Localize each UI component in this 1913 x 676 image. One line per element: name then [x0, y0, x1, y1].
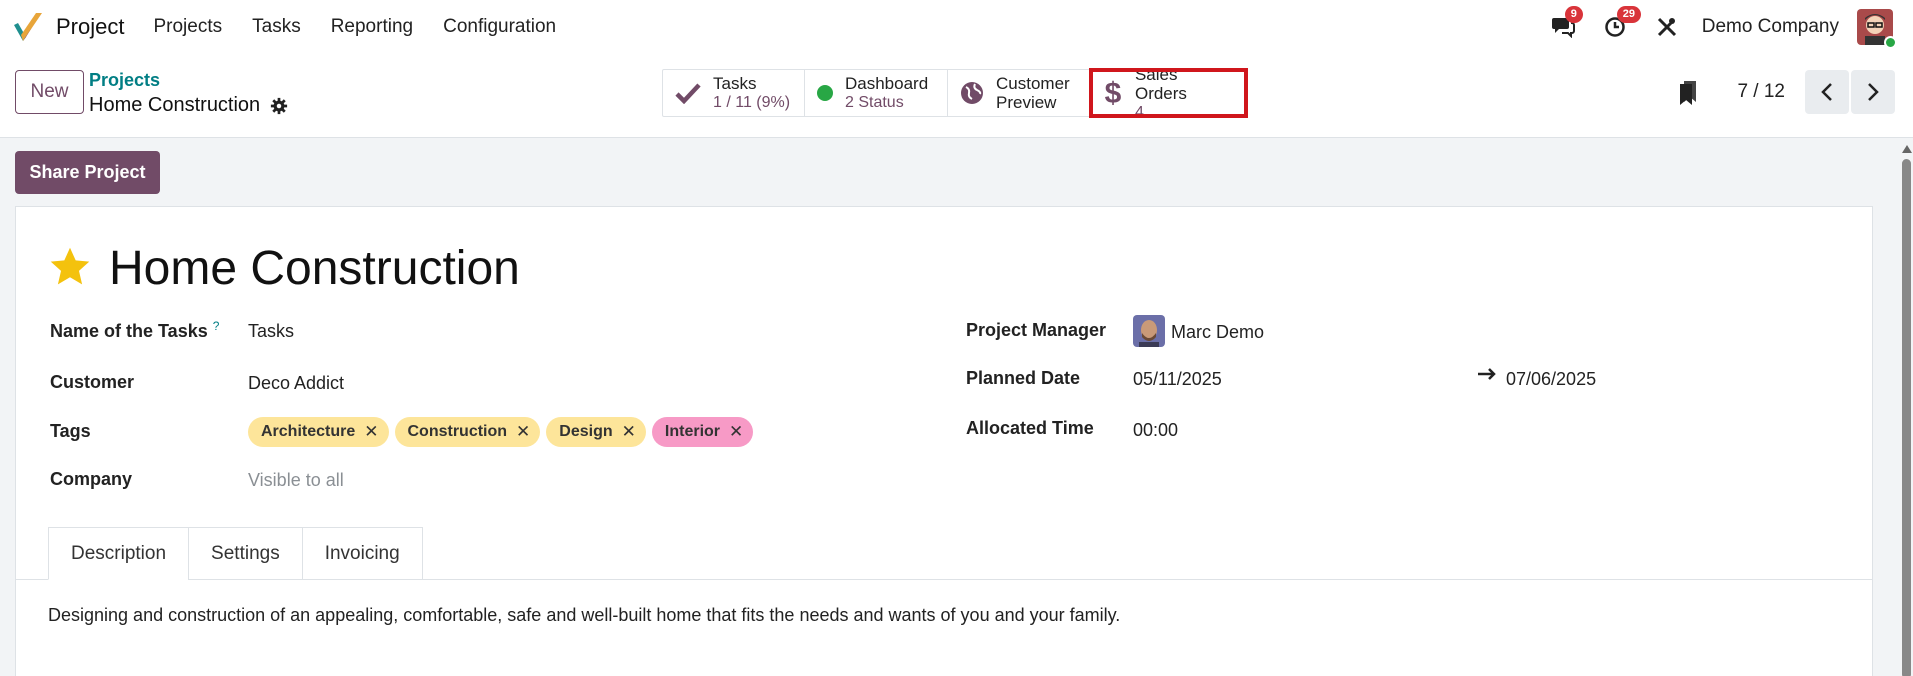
form-sheet: Home Construction Name of the Tasks? Tas…: [15, 206, 1873, 676]
control-panel: New Projects Home Construction Tasks 1 /…: [0, 54, 1913, 138]
messages-badge: 9: [1564, 6, 1583, 23]
tag-remove-icon[interactable]: ✕: [729, 422, 743, 442]
tasks-value: 1 / 11 (9%): [713, 94, 791, 111]
sales-orders-smart-button[interactable]: $ Sales Orders 4: [1089, 65, 1248, 121]
project-manager-input[interactable]: Marc Demo: [1171, 322, 1264, 343]
chevron-left-icon: [1821, 83, 1832, 101]
tasks-label: Tasks: [713, 74, 757, 93]
customer-input[interactable]: Deco Addict: [248, 373, 344, 394]
sales-orders-label: Sales Orders: [1134, 64, 1187, 103]
tag-remove-icon[interactable]: ✕: [516, 422, 530, 442]
tools-icon: [1657, 17, 1676, 37]
tasks-name-input[interactable]: Tasks: [248, 321, 294, 342]
status-dot-icon: [817, 85, 833, 101]
app-brand[interactable]: Project: [12, 11, 124, 43]
main-menu: Projects Tasks Reporting Configuration: [138, 16, 571, 38]
tasks-smart-button[interactable]: Tasks 1 / 11 (9%): [663, 70, 805, 116]
user-avatar[interactable]: [1857, 9, 1897, 49]
tag-label: Interior: [664, 423, 721, 440]
description-field[interactable]: Designing and construction of an appeali…: [48, 605, 1120, 626]
activities-badge: 29: [1616, 6, 1641, 23]
dashboard-value: 2 Status: [845, 94, 904, 111]
arrow-right-icon: [1478, 368, 1496, 380]
messaging-button[interactable]: 9: [1548, 6, 1583, 42]
project-app-icon: [14, 13, 42, 41]
app-name: Project: [56, 14, 125, 39]
project-manager-avatar: [1133, 315, 1165, 347]
planned-date-end-input[interactable]: 07/06/2025: [1506, 369, 1596, 390]
online-status-dot: [1884, 36, 1897, 49]
tag-label: Architecture: [261, 423, 356, 440]
activities-button[interactable]: 29: [1600, 6, 1641, 42]
tag-label: Design: [559, 423, 613, 440]
tags-field[interactable]: Architecture ✕ Construction ✕ Design ✕ Inte…: [248, 417, 759, 447]
breadcrumb-projects[interactable]: Projects: [89, 70, 160, 91]
tasks-name-label: Name of the Tasks?: [50, 319, 219, 342]
new-button[interactable]: New: [15, 70, 84, 114]
breadcrumb-current: Home Construction: [89, 94, 288, 117]
pager-next-button[interactable]: [1851, 70, 1895, 114]
dashboard-smart-button[interactable]: Dashboard 2 Status: [805, 70, 948, 116]
debug-tools-button[interactable]: [1652, 12, 1682, 42]
scroll-up-arrow-icon[interactable]: [1902, 145, 1912, 153]
gear-icon[interactable]: [270, 97, 288, 115]
pager-value[interactable]: 7 / 12: [1737, 81, 1785, 103]
share-project-button[interactable]: Share Project: [15, 151, 160, 194]
planned-date-start-input[interactable]: 05/11/2025: [1133, 369, 1222, 390]
project-title[interactable]: Home Construction: [109, 241, 520, 296]
tag-architecture[interactable]: Architecture ✕: [248, 417, 389, 447]
tag-label: Construction: [407, 423, 508, 440]
customer-preview-smart-button[interactable]: Customer Preview: [948, 70, 1091, 116]
tag-design[interactable]: Design ✕: [546, 417, 646, 447]
menu-configuration[interactable]: Configuration: [428, 16, 571, 38]
menu-reporting[interactable]: Reporting: [316, 16, 428, 38]
notebook-tabs: Description Settings Invoicing: [48, 527, 423, 580]
tab-description[interactable]: Description: [48, 527, 190, 580]
planned-date-label: Planned Date: [966, 368, 1081, 388]
customer-label: Customer: [50, 372, 135, 392]
dashboard-label: Dashboard: [845, 74, 929, 93]
project-manager-label: Project Manager: [966, 320, 1107, 340]
scrollbar-thumb[interactable]: [1902, 159, 1911, 676]
globe-icon: [961, 82, 983, 104]
tab-invoicing[interactable]: Invoicing: [301, 527, 423, 580]
allocated-time-input[interactable]: 00:00: [1133, 420, 1178, 441]
navbar-systray: 9 29 Demo Company: [1548, 0, 1913, 54]
company-label: Company: [50, 469, 133, 489]
pager-previous-button[interactable]: [1805, 70, 1849, 114]
preview-label: Preview: [996, 93, 1057, 112]
top-navbar: Project Projects Tasks Reporting Configu…: [0, 0, 1913, 54]
pager: 7 / 12: [1677, 70, 1895, 114]
tasks-name-label-text: Name of the Tasks: [50, 321, 208, 341]
tags-label: Tags: [50, 421, 91, 441]
chevron-right-icon: [1868, 83, 1879, 101]
tag-remove-icon[interactable]: ✕: [622, 422, 636, 442]
record-name: Home Construction: [89, 94, 261, 116]
help-tooltip-icon[interactable]: ?: [213, 319, 220, 333]
bookmark-icon[interactable]: [1677, 79, 1699, 105]
allocated-time-label: Allocated Time: [966, 418, 1094, 438]
smart-buttons: Tasks 1 / 11 (9%) Dashboard 2 Status Cus…: [662, 65, 1248, 121]
company-input[interactable]: Visible to all: [248, 470, 344, 491]
company-switcher[interactable]: Demo Company: [1702, 16, 1839, 38]
svg-text:$: $: [1105, 78, 1122, 108]
star-icon[interactable]: [48, 245, 92, 289]
tag-interior[interactable]: Interior ✕: [651, 417, 754, 447]
tag-construction[interactable]: Construction ✕: [394, 417, 541, 447]
tab-settings[interactable]: Settings: [188, 527, 303, 580]
vertical-scrollbar[interactable]: [1902, 145, 1912, 676]
check-icon: [675, 83, 701, 104]
sales-orders-value: 4: [1134, 103, 1144, 121]
menu-tasks[interactable]: Tasks: [237, 16, 316, 38]
customer-label: Customer: [996, 74, 1070, 93]
menu-projects[interactable]: Projects: [138, 16, 237, 38]
tag-remove-icon[interactable]: ✕: [364, 422, 378, 442]
dollar-icon: $: [1105, 78, 1122, 108]
